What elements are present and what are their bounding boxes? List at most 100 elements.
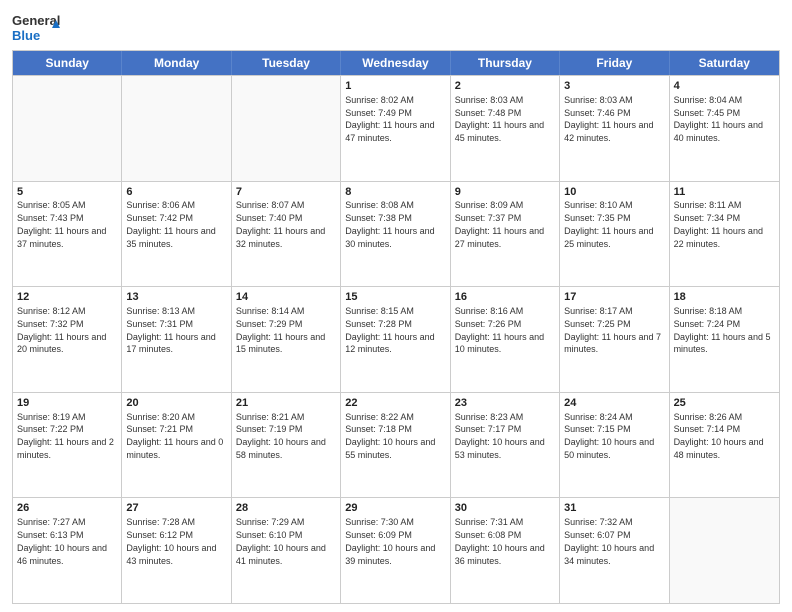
cal-cell: 9Sunrise: 8:09 AM Sunset: 7:37 PM Daylig… (451, 182, 560, 287)
cal-cell: 16Sunrise: 8:16 AM Sunset: 7:26 PM Dayli… (451, 287, 560, 392)
cell-info: Sunrise: 7:27 AM Sunset: 6:13 PM Dayligh… (17, 517, 107, 565)
cell-info: Sunrise: 8:15 AM Sunset: 7:28 PM Dayligh… (345, 306, 434, 354)
cell-info: Sunrise: 8:14 AM Sunset: 7:29 PM Dayligh… (236, 306, 325, 354)
cell-info: Sunrise: 7:29 AM Sunset: 6:10 PM Dayligh… (236, 517, 326, 565)
calendar-body: 1Sunrise: 8:02 AM Sunset: 7:49 PM Daylig… (13, 75, 779, 603)
day-number: 31 (564, 501, 664, 516)
day-number: 17 (564, 290, 664, 305)
day-number: 10 (564, 185, 664, 200)
calendar-header: SundayMondayTuesdayWednesdayThursdayFrid… (13, 51, 779, 75)
cal-cell (670, 498, 779, 603)
cell-info: Sunrise: 8:10 AM Sunset: 7:35 PM Dayligh… (564, 200, 653, 248)
day-number: 1 (345, 79, 445, 94)
day-number: 16 (455, 290, 555, 305)
day-number: 11 (674, 185, 775, 200)
cell-info: Sunrise: 8:12 AM Sunset: 7:32 PM Dayligh… (17, 306, 106, 354)
cal-cell (13, 76, 122, 181)
day-number: 23 (455, 396, 555, 411)
day-number: 6 (126, 185, 226, 200)
cal-cell: 25Sunrise: 8:26 AM Sunset: 7:14 PM Dayli… (670, 393, 779, 498)
cal-cell: 27Sunrise: 7:28 AM Sunset: 6:12 PM Dayli… (122, 498, 231, 603)
day-number: 9 (455, 185, 555, 200)
header-cell-monday: Monday (122, 51, 231, 75)
cell-info: Sunrise: 8:07 AM Sunset: 7:40 PM Dayligh… (236, 200, 325, 248)
cal-cell: 28Sunrise: 7:29 AM Sunset: 6:10 PM Dayli… (232, 498, 341, 603)
header-cell-sunday: Sunday (13, 51, 122, 75)
cell-info: Sunrise: 7:28 AM Sunset: 6:12 PM Dayligh… (126, 517, 216, 565)
day-number: 12 (17, 290, 117, 305)
cell-info: Sunrise: 8:16 AM Sunset: 7:26 PM Dayligh… (455, 306, 544, 354)
day-number: 7 (236, 185, 336, 200)
cal-cell: 10Sunrise: 8:10 AM Sunset: 7:35 PM Dayli… (560, 182, 669, 287)
cell-info: Sunrise: 8:19 AM Sunset: 7:22 PM Dayligh… (17, 412, 114, 460)
day-number: 27 (126, 501, 226, 516)
day-number: 21 (236, 396, 336, 411)
cal-cell: 17Sunrise: 8:17 AM Sunset: 7:25 PM Dayli… (560, 287, 669, 392)
header-cell-thursday: Thursday (451, 51, 560, 75)
cell-info: Sunrise: 8:08 AM Sunset: 7:38 PM Dayligh… (345, 200, 434, 248)
cell-info: Sunrise: 7:32 AM Sunset: 6:07 PM Dayligh… (564, 517, 654, 565)
week-row-3: 12Sunrise: 8:12 AM Sunset: 7:32 PM Dayli… (13, 286, 779, 392)
cal-cell: 15Sunrise: 8:15 AM Sunset: 7:28 PM Dayli… (341, 287, 450, 392)
cal-cell: 8Sunrise: 8:08 AM Sunset: 7:38 PM Daylig… (341, 182, 450, 287)
logo: GeneralBlue (12, 10, 62, 46)
week-row-5: 26Sunrise: 7:27 AM Sunset: 6:13 PM Dayli… (13, 497, 779, 603)
cal-cell: 7Sunrise: 8:07 AM Sunset: 7:40 PM Daylig… (232, 182, 341, 287)
day-number: 18 (674, 290, 775, 305)
day-number: 8 (345, 185, 445, 200)
cal-cell: 20Sunrise: 8:20 AM Sunset: 7:21 PM Dayli… (122, 393, 231, 498)
day-number: 14 (236, 290, 336, 305)
cal-cell: 22Sunrise: 8:22 AM Sunset: 7:18 PM Dayli… (341, 393, 450, 498)
cal-cell: 13Sunrise: 8:13 AM Sunset: 7:31 PM Dayli… (122, 287, 231, 392)
header-cell-friday: Friday (560, 51, 669, 75)
header-cell-saturday: Saturday (670, 51, 779, 75)
cal-cell: 26Sunrise: 7:27 AM Sunset: 6:13 PM Dayli… (13, 498, 122, 603)
cal-cell: 18Sunrise: 8:18 AM Sunset: 7:24 PM Dayli… (670, 287, 779, 392)
logo-svg: GeneralBlue (12, 10, 62, 46)
cell-info: Sunrise: 8:11 AM Sunset: 7:34 PM Dayligh… (674, 200, 763, 248)
cell-info: Sunrise: 8:21 AM Sunset: 7:19 PM Dayligh… (236, 412, 326, 460)
cal-cell: 19Sunrise: 8:19 AM Sunset: 7:22 PM Dayli… (13, 393, 122, 498)
cal-cell: 4Sunrise: 8:04 AM Sunset: 7:45 PM Daylig… (670, 76, 779, 181)
cell-info: Sunrise: 8:02 AM Sunset: 7:49 PM Dayligh… (345, 95, 434, 143)
cal-cell (122, 76, 231, 181)
day-number: 20 (126, 396, 226, 411)
day-number: 24 (564, 396, 664, 411)
cal-cell: 23Sunrise: 8:23 AM Sunset: 7:17 PM Dayli… (451, 393, 560, 498)
cell-info: Sunrise: 8:04 AM Sunset: 7:45 PM Dayligh… (674, 95, 763, 143)
day-number: 3 (564, 79, 664, 94)
day-number: 5 (17, 185, 117, 200)
cell-info: Sunrise: 8:05 AM Sunset: 7:43 PM Dayligh… (17, 200, 106, 248)
day-number: 19 (17, 396, 117, 411)
day-number: 29 (345, 501, 445, 516)
cell-info: Sunrise: 8:23 AM Sunset: 7:17 PM Dayligh… (455, 412, 545, 460)
cell-info: Sunrise: 8:09 AM Sunset: 7:37 PM Dayligh… (455, 200, 544, 248)
cell-info: Sunrise: 8:03 AM Sunset: 7:46 PM Dayligh… (564, 95, 653, 143)
cal-cell: 2Sunrise: 8:03 AM Sunset: 7:48 PM Daylig… (451, 76, 560, 181)
cell-info: Sunrise: 8:24 AM Sunset: 7:15 PM Dayligh… (564, 412, 654, 460)
cal-cell: 29Sunrise: 7:30 AM Sunset: 6:09 PM Dayli… (341, 498, 450, 603)
week-row-1: 1Sunrise: 8:02 AM Sunset: 7:49 PM Daylig… (13, 75, 779, 181)
week-row-4: 19Sunrise: 8:19 AM Sunset: 7:22 PM Dayli… (13, 392, 779, 498)
cell-info: Sunrise: 7:30 AM Sunset: 6:09 PM Dayligh… (345, 517, 435, 565)
cal-cell: 30Sunrise: 7:31 AM Sunset: 6:08 PM Dayli… (451, 498, 560, 603)
cell-info: Sunrise: 8:17 AM Sunset: 7:25 PM Dayligh… (564, 306, 661, 354)
cell-info: Sunrise: 8:06 AM Sunset: 7:42 PM Dayligh… (126, 200, 215, 248)
day-number: 25 (674, 396, 775, 411)
day-number: 28 (236, 501, 336, 516)
day-number: 15 (345, 290, 445, 305)
week-row-2: 5Sunrise: 8:05 AM Sunset: 7:43 PM Daylig… (13, 181, 779, 287)
svg-text:Blue: Blue (12, 28, 40, 43)
page: GeneralBlue SundayMondayTuesdayWednesday… (0, 0, 792, 612)
cal-cell: 31Sunrise: 7:32 AM Sunset: 6:07 PM Dayli… (560, 498, 669, 603)
day-number: 13 (126, 290, 226, 305)
cal-cell: 11Sunrise: 8:11 AM Sunset: 7:34 PM Dayli… (670, 182, 779, 287)
cell-info: Sunrise: 8:03 AM Sunset: 7:48 PM Dayligh… (455, 95, 544, 143)
day-number: 22 (345, 396, 445, 411)
cal-cell: 14Sunrise: 8:14 AM Sunset: 7:29 PM Dayli… (232, 287, 341, 392)
day-number: 26 (17, 501, 117, 516)
calendar: SundayMondayTuesdayWednesdayThursdayFrid… (12, 50, 780, 604)
cell-info: Sunrise: 8:13 AM Sunset: 7:31 PM Dayligh… (126, 306, 215, 354)
day-number: 2 (455, 79, 555, 94)
cal-cell: 5Sunrise: 8:05 AM Sunset: 7:43 PM Daylig… (13, 182, 122, 287)
